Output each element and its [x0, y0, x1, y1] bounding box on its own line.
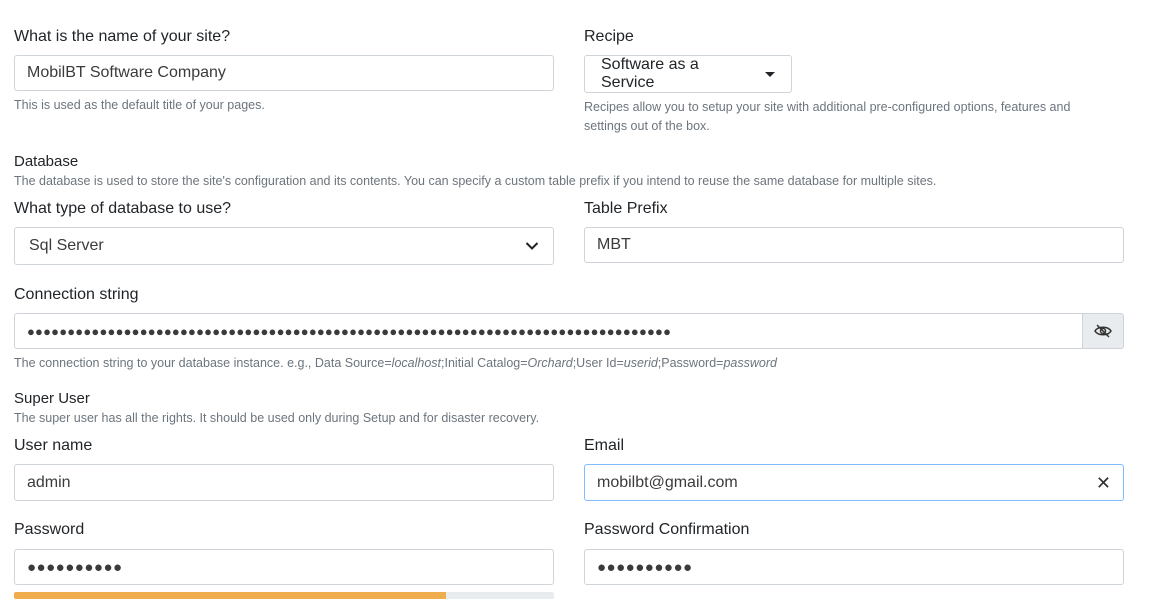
connection-help-localhost: localhost [391, 356, 442, 370]
recipe-label: Recipe [584, 28, 634, 45]
database-type-label: What type of database to use? [14, 200, 232, 217]
password-confirmation-label: Password Confirmation [584, 521, 750, 538]
setup-form: What is the name of your site? MobilBT S… [0, 0, 1171, 600]
password-strength-fill [14, 592, 446, 599]
recipe-selected: Software as a Service [601, 56, 699, 91]
connection-string-help: The connection string to your database i… [14, 354, 777, 373]
caret-down-icon [765, 71, 775, 77]
connection-help-orchard: Orchard [527, 356, 573, 370]
password-confirmation-input[interactable]: ●●●●●●●●●● [584, 549, 1124, 585]
connection-help-text: ;User Id= [572, 356, 624, 370]
database-description: The database is used to store the site's… [14, 174, 937, 188]
connection-string-input[interactable]: ●●●●●●●●●●●●●●●●●●●●●●●●●●●●●●●●●●●●●●●●… [14, 313, 1083, 349]
username-input[interactable]: admin [14, 464, 554, 501]
email-label: Email [584, 437, 625, 454]
recipe-dropdown-button[interactable]: Software as a Service [584, 55, 792, 93]
table-prefix-input[interactable]: MBT [584, 227, 1124, 263]
chevron-down-icon [525, 242, 539, 250]
username-value: admin [27, 473, 71, 491]
password-input[interactable]: ●●●●●●●●●● [14, 549, 554, 585]
connection-help-userid: userid [623, 356, 658, 370]
email-value: mobilbt@gmail.com [597, 473, 738, 491]
email-input[interactable]: mobilbt@gmail.com ✕ [584, 464, 1124, 501]
connection-help-text: ;Initial Catalog= [441, 356, 528, 370]
recipe-help: Recipes allow you to setup your site wit… [584, 100, 1071, 133]
table-prefix-label: Table Prefix [584, 200, 668, 217]
table-prefix-value: MBT [597, 236, 631, 253]
password-confirmation-masked: ●●●●●●●●●● [597, 558, 693, 576]
site-name-label: What is the name of your site? [14, 28, 231, 45]
connection-string-label: Connection string [14, 286, 139, 303]
password-label: Password [14, 521, 85, 538]
database-type-selected: Sql Server [29, 237, 104, 254]
password-masked: ●●●●●●●●●● [27, 558, 123, 576]
database-title: Database [14, 153, 79, 170]
eye-slash-icon [1094, 324, 1112, 338]
database-type-select[interactable]: Sql Server [14, 227, 554, 265]
connection-help-text: ;Password= [657, 356, 724, 370]
close-icon[interactable]: ✕ [1096, 474, 1111, 492]
toggle-connection-visibility-button[interactable] [1082, 313, 1124, 349]
site-name-help: This is used as the default title of you… [14, 98, 265, 112]
connection-string-masked: ●●●●●●●●●●●●●●●●●●●●●●●●●●●●●●●●●●●●●●●●… [27, 323, 672, 339]
site-name-input[interactable]: MobilBT Software Company [14, 55, 554, 91]
super-user-title: Super User [14, 390, 90, 407]
super-user-description: The super user has all the rights. It sh… [14, 411, 540, 425]
password-strength-meter [14, 592, 554, 599]
username-label: User name [14, 437, 93, 454]
connection-help-text: The connection string to your database i… [14, 356, 392, 370]
connection-help-password: password [723, 356, 777, 370]
site-name-value: MobilBT Software Company [27, 64, 226, 81]
